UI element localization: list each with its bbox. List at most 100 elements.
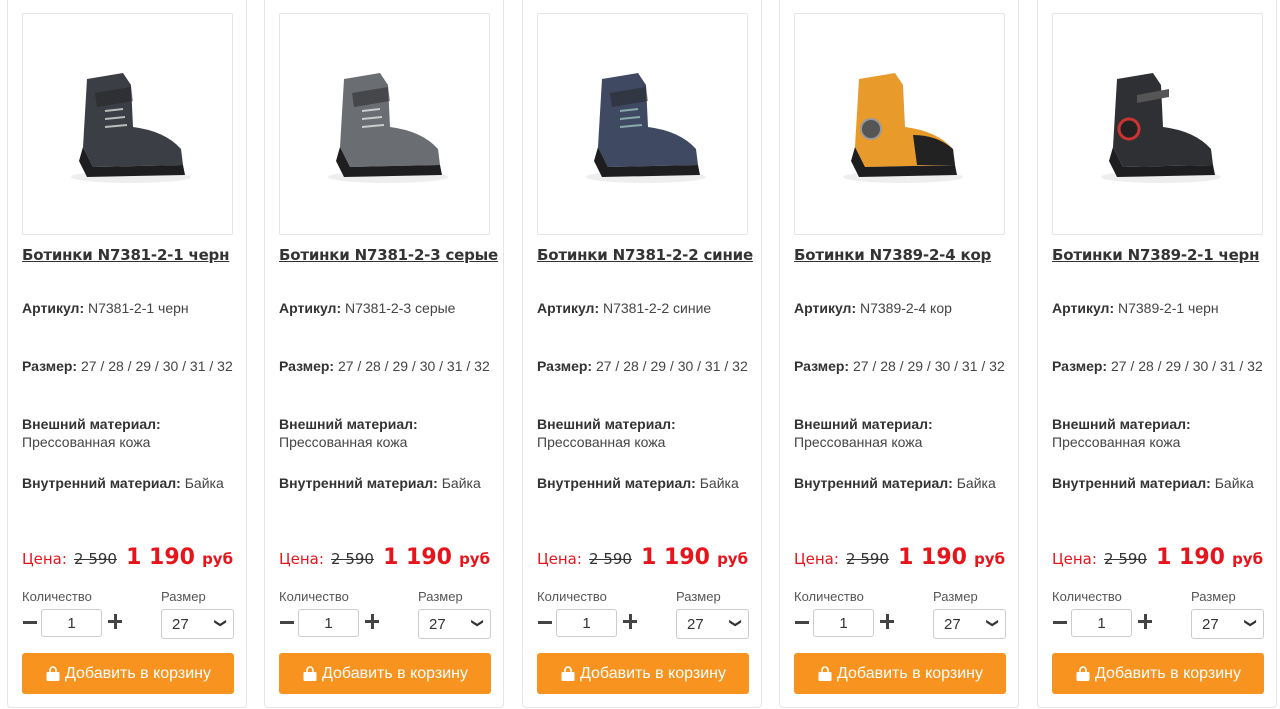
quantity-label: Количество xyxy=(794,589,864,604)
increase-quantity-button[interactable] xyxy=(879,613,897,631)
product-title[interactable]: Ботинки N7381-2-2 синие xyxy=(537,246,757,264)
product-image[interactable] xyxy=(1052,13,1263,235)
price-block: Цена: 2 590 1 190 руб xyxy=(1052,545,1263,570)
minus-icon xyxy=(795,620,809,624)
quantity-input[interactable] xyxy=(1071,609,1132,637)
product-title[interactable]: Ботинки N7389-2-4 кор xyxy=(794,246,1014,264)
inner-material-line: Внутренний материал: Байка xyxy=(1052,474,1267,492)
quantity-input[interactable] xyxy=(556,609,617,637)
shopping-bag-icon xyxy=(1076,665,1090,681)
decrease-quantity-button[interactable] xyxy=(794,613,810,631)
shopping-bag-icon xyxy=(561,665,575,681)
size-values: 27 / 28 / 29 / 30 / 31 / 32 xyxy=(1110,358,1263,374)
decrease-quantity-button[interactable] xyxy=(279,613,295,631)
product-image[interactable] xyxy=(22,13,233,235)
currency: руб xyxy=(717,550,749,568)
add-to-cart-button[interactable]: Добавить в корзину xyxy=(794,653,1006,694)
price-label: Цена: xyxy=(22,550,67,568)
selected-size: 27 xyxy=(172,615,189,633)
size-select[interactable]: 27 ❯ xyxy=(933,609,1006,639)
currency: руб xyxy=(459,550,491,568)
size-select-label: Размер xyxy=(933,589,978,604)
inner-material-line: Внутренний материал: Байка xyxy=(22,474,237,492)
outer-material-value: Прессованная кожа xyxy=(279,434,408,450)
minus-icon xyxy=(280,620,294,624)
shopping-bag-icon xyxy=(818,665,832,681)
inner-material-line: Внутренний материал: Байка xyxy=(537,474,752,492)
size-line: Размер: 27 / 28 / 29 / 30 / 31 / 32 xyxy=(794,357,1009,375)
add-to-cart-label: Добавить в корзину xyxy=(1094,664,1241,682)
size-select[interactable]: 27 ❯ xyxy=(418,609,491,639)
decrease-quantity-button[interactable] xyxy=(537,613,553,631)
blue-boot-icon xyxy=(585,73,706,183)
outer-material-label: Внешний материал: xyxy=(794,416,933,432)
product-title[interactable]: Ботинки N7381-2-3 серые xyxy=(279,246,499,264)
old-price: 2 590 xyxy=(331,550,374,568)
minus-icon xyxy=(23,620,37,624)
old-price: 2 590 xyxy=(589,550,632,568)
quantity-input[interactable] xyxy=(813,609,874,637)
selected-size: 27 xyxy=(1202,615,1219,633)
price-label: Цена: xyxy=(1052,550,1097,568)
article-line: Артикул: N7381-2-1 черн xyxy=(22,299,237,317)
article-value: N7381-2-1 черн xyxy=(88,300,189,316)
article-label: Артикул: xyxy=(537,300,600,316)
size-line: Размер: 27 / 28 / 29 / 30 / 31 / 32 xyxy=(537,357,752,375)
add-to-cart-button[interactable]: Добавить в корзину xyxy=(279,653,491,694)
increase-quantity-button[interactable] xyxy=(1137,613,1155,631)
inner-material-label: Внутренний материал: xyxy=(537,475,696,491)
selected-size: 27 xyxy=(429,615,446,633)
new-price: 1 190 xyxy=(898,545,967,570)
outer-material-label: Внешний материал: xyxy=(537,416,676,432)
product-image[interactable] xyxy=(279,13,490,235)
add-to-cart-button[interactable]: Добавить в корзину xyxy=(1052,653,1264,694)
outer-material-line: Внешний материал: Прессованная кожа xyxy=(1052,415,1267,451)
article-label: Артикул: xyxy=(794,300,857,316)
size-values: 27 / 28 / 29 / 30 / 31 / 32 xyxy=(852,358,1005,374)
product-card: Ботинки N7389-2-1 черн Артикул: N7389-2-… xyxy=(1037,0,1277,708)
product-card: Ботинки N7389-2-4 кор Артикул: N7389-2-4… xyxy=(779,0,1019,708)
new-price: 1 190 xyxy=(383,545,452,570)
inner-material-label: Внутренний материал: xyxy=(279,475,438,491)
old-price: 2 590 xyxy=(846,550,889,568)
quantity-input[interactable] xyxy=(298,609,359,637)
price-label: Цена: xyxy=(794,550,839,568)
quantity-label: Количество xyxy=(1052,589,1122,604)
product-image[interactable] xyxy=(794,13,1005,235)
inner-material-label: Внутренний материал: xyxy=(22,475,181,491)
size-select[interactable]: 27 ❯ xyxy=(676,609,749,639)
outer-material-label: Внешний материал: xyxy=(279,416,418,432)
outer-material-value: Прессованная кожа xyxy=(794,434,923,450)
decrease-quantity-button[interactable] xyxy=(22,613,38,631)
article-line: Артикул: N7381-2-3 серые xyxy=(279,299,494,317)
orange-boot-icon xyxy=(842,73,963,183)
product-card: Ботинки N7381-2-1 черн Артикул: N7381-2-… xyxy=(7,0,247,708)
size-select-label: Размер xyxy=(676,589,721,604)
increase-quantity-button[interactable] xyxy=(364,613,382,631)
size-select[interactable]: 27 ❯ xyxy=(161,609,234,639)
price-label: Цена: xyxy=(537,550,582,568)
increase-quantity-button[interactable] xyxy=(622,613,640,631)
increase-quantity-button[interactable] xyxy=(107,613,125,631)
decrease-quantity-button[interactable] xyxy=(1052,613,1068,631)
quantity-input[interactable] xyxy=(41,609,102,637)
minus-icon xyxy=(538,620,552,624)
outer-material-value: Прессованная кожа xyxy=(537,434,666,450)
quantity-label: Количество xyxy=(537,589,607,604)
add-to-cart-button[interactable]: Добавить в корзину xyxy=(537,653,749,694)
product-title[interactable]: Ботинки N7389-2-1 черн xyxy=(1052,246,1272,264)
size-values: 27 / 28 / 29 / 30 / 31 / 32 xyxy=(337,358,490,374)
add-to-cart-button[interactable]: Добавить в корзину xyxy=(22,653,234,694)
inner-material-line: Внутренний материал: Байка xyxy=(794,474,1009,492)
outer-material-line: Внешний материал: Прессованная кожа xyxy=(279,415,494,451)
article-line: Артикул: N7389-2-4 кор xyxy=(794,299,1009,317)
product-title[interactable]: Ботинки N7381-2-1 черн xyxy=(22,246,242,264)
size-select[interactable]: 27 ❯ xyxy=(1191,609,1264,639)
article-value: N7381-2-2 синие xyxy=(603,300,712,316)
outer-material-value: Прессованная кожа xyxy=(22,434,151,450)
outer-material-value: Прессованная кожа xyxy=(1052,434,1181,450)
chevron-down-icon: ❯ xyxy=(1243,617,1258,629)
size-label: Размер: xyxy=(1052,358,1108,374)
size-select-label: Размер xyxy=(1191,589,1236,604)
product-image[interactable] xyxy=(537,13,748,235)
